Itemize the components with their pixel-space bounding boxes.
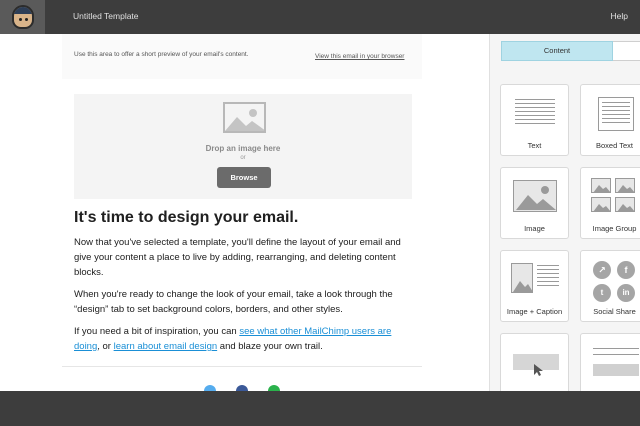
or-label: or (240, 155, 246, 161)
block-social-share-label: Social Share (593, 307, 636, 316)
content-divider (62, 366, 422, 367)
block-image-label: Image (524, 224, 545, 233)
email-canvas: Use this area to offer a short preview o… (0, 34, 489, 391)
tab-design[interactable] (613, 41, 640, 61)
text-block[interactable]: It's time to design your email. Now that… (74, 209, 414, 361)
browse-button[interactable]: Browse (217, 167, 271, 188)
learn-email-design-link[interactable]: learn about email design (114, 341, 218, 352)
share-arrow-icon: ↗ (593, 261, 611, 279)
text-lines-icon (515, 99, 555, 127)
bottom-bar (0, 391, 640, 426)
tab-content[interactable]: Content (501, 41, 613, 61)
help-link[interactable]: Help (611, 11, 628, 21)
content-sidebar: Content Text Boxed Text Image Image Grou… (489, 34, 640, 391)
block-text-label: Text (527, 141, 542, 150)
block-image-caption-label: Image + Caption (506, 307, 563, 316)
paragraph-3: If you need a bit of inspiration, you ca… (74, 324, 414, 354)
email-body: Use this area to offer a short preview o… (62, 34, 422, 391)
image-icon (513, 180, 557, 212)
view-in-browser-link[interactable]: View this email in your browser (315, 51, 405, 62)
paragraph-3-post: and blaze your own trail. (217, 341, 323, 352)
block-boxed-text[interactable]: Boxed Text (580, 84, 640, 156)
top-bar: Untitled Template Help (0, 0, 640, 34)
block-image-group[interactable]: Image Group (580, 167, 640, 239)
chimp-logo-icon[interactable] (0, 0, 45, 34)
block-divider[interactable] (580, 333, 640, 391)
block-text[interactable]: Text (500, 84, 569, 156)
preheader[interactable]: Use this area to offer a short preview o… (62, 34, 422, 79)
email-headline: It's time to design your email. (74, 209, 299, 226)
paragraph-3-pre: If you need a bit of inspiration, you ca… (74, 326, 240, 337)
twitter-icon: t (593, 284, 611, 302)
block-button[interactable] (500, 333, 569, 391)
preheader-text: Use this area to offer a short preview o… (74, 51, 249, 58)
block-image-caption[interactable]: Image + Caption (500, 250, 569, 322)
logo-face (11, 5, 34, 29)
image-placeholder-icon (223, 102, 266, 133)
block-image[interactable]: Image (500, 167, 569, 239)
image-drop-zone[interactable]: Drop an image here or Browse (74, 94, 412, 199)
block-image-group-label: Image Group (592, 224, 637, 233)
block-social-share[interactable]: ↗ f t in Social Share (580, 250, 640, 322)
template-title[interactable]: Untitled Template (73, 11, 139, 21)
paragraph-3-mid: , or (97, 341, 114, 352)
facebook-icon: f (617, 261, 635, 279)
block-boxed-text-label: Boxed Text (596, 141, 633, 150)
paragraph-2: When you're ready to change the look of … (74, 289, 393, 315)
drop-image-label: Drop an image here (205, 144, 281, 153)
linkedin-icon: in (617, 284, 635, 302)
sidebar-tabs: Content (501, 41, 640, 61)
boxed-text-icon (598, 97, 634, 131)
paragraph-1: Now that you've selected a template, you… (74, 237, 401, 278)
cursor-icon (534, 364, 543, 376)
